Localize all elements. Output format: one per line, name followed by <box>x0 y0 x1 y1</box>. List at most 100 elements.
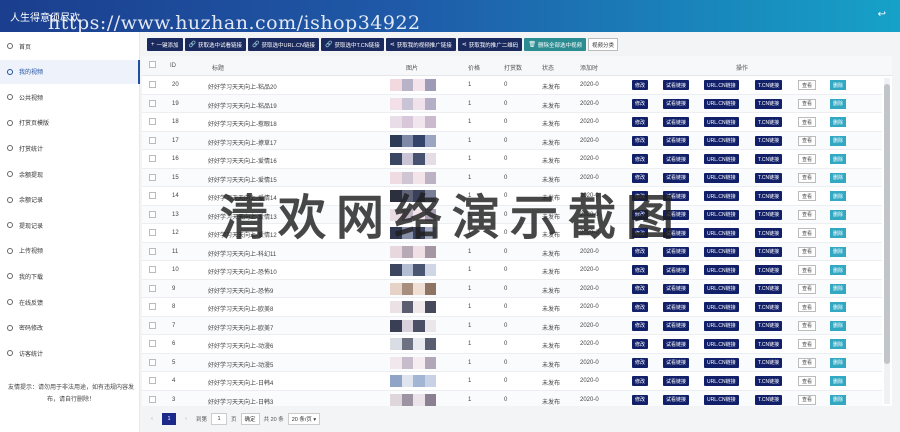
urlcn-link-button[interactable]: URL.CN链接 <box>704 209 739 220</box>
toolbar-button[interactable]: + 一键添加 <box>147 38 183 51</box>
edit-button[interactable]: 修改 <box>632 339 649 349</box>
delete-button[interactable]: 删除 <box>830 357 847 368</box>
trial-link-button[interactable]: 试看链接 <box>663 376 690 386</box>
row-checkbox[interactable] <box>149 321 156 329</box>
row-checkbox[interactable] <box>149 284 156 292</box>
tcn-link-button[interactable]: T.CN链接 <box>755 209 783 220</box>
tcn-link-button[interactable]: T.CN链接 <box>755 80 783 90</box>
sidebar-item[interactable]: 访客统计 <box>0 341 140 365</box>
row-checkbox[interactable] <box>149 192 156 199</box>
urlcn-link-button[interactable]: URL.CN链接 <box>704 394 739 405</box>
row-checkbox[interactable] <box>149 99 156 107</box>
row-checkbox[interactable] <box>149 229 156 236</box>
scrollbar-thumb[interactable] <box>884 84 890 364</box>
delete-button[interactable]: 删除 <box>830 302 847 312</box>
view-button[interactable]: 查看 <box>798 376 817 386</box>
select-all-checkbox[interactable] <box>149 61 156 68</box>
edit-button[interactable]: 修改 <box>632 376 649 386</box>
delete-button[interactable]: 删除 <box>830 80 847 90</box>
view-button[interactable]: 查看 <box>798 283 817 294</box>
toolbar-button[interactable]: 🔗 获取选中T.CN链接 <box>321 38 384 51</box>
tcn-link-button[interactable]: T.CN链接 <box>755 376 783 386</box>
view-button[interactable]: 查看 <box>798 265 817 275</box>
trial-link-button[interactable]: 试看链接 <box>663 302 690 312</box>
trial-link-button[interactable]: 试看链接 <box>663 98 690 109</box>
delete-button[interactable]: 删除 <box>830 117 847 127</box>
trial-link-button[interactable]: 试看链接 <box>663 154 690 164</box>
trial-link-button[interactable]: 试看链接 <box>663 283 690 294</box>
tcn-link-button[interactable]: T.CN链接 <box>755 191 783 201</box>
urlcn-link-button[interactable]: URL.CN链接 <box>704 246 739 257</box>
delete-button[interactable]: 删除 <box>830 228 847 238</box>
tcn-link-button[interactable]: T.CN链接 <box>755 320 783 331</box>
sidebar-item[interactable]: 打赏统计 <box>0 136 140 160</box>
row-checkbox[interactable] <box>149 81 156 88</box>
tcn-link-button[interactable]: T.CN链接 <box>755 246 783 257</box>
urlcn-link-button[interactable]: URL.CN链接 <box>704 265 739 275</box>
row-checkbox[interactable] <box>149 303 156 310</box>
current-page[interactable]: 1 <box>162 413 176 425</box>
row-checkbox[interactable] <box>149 173 156 181</box>
edit-button[interactable]: 修改 <box>632 98 649 109</box>
tcn-link-button[interactable]: T.CN链接 <box>755 283 783 294</box>
view-button[interactable]: 查看 <box>798 154 817 164</box>
delete-button[interactable]: 删除 <box>830 98 847 109</box>
prev-page-button[interactable]: ‹ <box>146 413 158 425</box>
vertical-scrollbar[interactable] <box>884 78 890 404</box>
urlcn-link-button[interactable]: URL.CN链接 <box>704 154 739 164</box>
row-checkbox[interactable] <box>149 247 156 255</box>
delete-button[interactable]: 删除 <box>830 376 847 386</box>
tcn-link-button[interactable]: T.CN链接 <box>755 302 783 312</box>
tcn-link-button[interactable]: T.CN链接 <box>755 172 783 183</box>
delete-button[interactable]: 删除 <box>830 246 847 257</box>
view-button[interactable]: 查看 <box>798 302 817 312</box>
category-select[interactable]: 视频分类 <box>587 38 618 51</box>
edit-button[interactable]: 修改 <box>632 394 649 405</box>
urlcn-link-button[interactable]: URL.CN链接 <box>704 191 739 201</box>
row-checkbox[interactable] <box>149 155 156 162</box>
urlcn-link-button[interactable]: URL.CN链接 <box>704 135 739 146</box>
view-button[interactable]: 查看 <box>798 228 817 238</box>
tcn-link-button[interactable]: T.CN链接 <box>755 265 783 275</box>
edit-button[interactable]: 修改 <box>632 320 649 331</box>
urlcn-link-button[interactable]: URL.CN链接 <box>704 320 739 331</box>
toolbar-button[interactable]: ⋖ 获取我的推广二维码 <box>457 38 523 51</box>
tcn-link-button[interactable]: T.CN链接 <box>755 339 783 349</box>
trial-link-button[interactable]: 试看链接 <box>663 357 690 368</box>
view-button[interactable]: 查看 <box>798 191 817 201</box>
goto-page-input[interactable]: 1 <box>211 413 228 425</box>
edit-button[interactable]: 修改 <box>632 265 649 275</box>
row-checkbox[interactable] <box>149 395 156 403</box>
page-size-select[interactable]: 20 条/页 ▾ <box>287 413 321 425</box>
tcn-link-button[interactable]: T.CN链接 <box>755 117 783 127</box>
delete-button[interactable]: 删除 <box>830 191 847 201</box>
row-checkbox[interactable] <box>149 340 156 347</box>
toolbar-button[interactable]: 🔗 获取选中URL.CN链接 <box>248 38 319 51</box>
back-icon[interactable]: ↩ <box>878 9 886 20</box>
row-checkbox[interactable] <box>149 210 156 218</box>
delete-button[interactable]: 删除 <box>830 209 847 220</box>
next-page-button[interactable]: › <box>180 413 192 425</box>
tcn-link-button[interactable]: T.CN链接 <box>755 154 783 164</box>
tcn-link-button[interactable]: T.CN链接 <box>755 135 783 146</box>
delete-button[interactable]: 删除 <box>830 172 847 183</box>
trial-link-button[interactable]: 试看链接 <box>663 117 690 127</box>
sidebar-item[interactable]: 在线反馈 <box>0 290 140 314</box>
view-button[interactable]: 查看 <box>798 357 817 368</box>
urlcn-link-button[interactable]: URL.CN链接 <box>704 283 739 294</box>
row-checkbox[interactable] <box>149 358 156 366</box>
edit-button[interactable]: 修改 <box>632 302 649 312</box>
delete-button[interactable]: 删除 <box>830 154 847 164</box>
goto-confirm-button[interactable]: 确定 <box>240 413 260 425</box>
view-button[interactable]: 查看 <box>798 209 817 220</box>
urlcn-link-button[interactable]: URL.CN链接 <box>704 228 739 238</box>
sidebar-item[interactable]: 打赏页模版 <box>0 111 140 135</box>
delete-button[interactable]: 删除 <box>830 283 847 294</box>
sidebar-item[interactable]: 余额提现 <box>0 162 140 186</box>
edit-button[interactable]: 修改 <box>632 357 649 368</box>
row-checkbox[interactable] <box>149 377 156 384</box>
toolbar-button[interactable]: 🗑 删除全部选中视频 <box>524 38 586 51</box>
sidebar-item[interactable]: 我的视频 <box>0 59 140 84</box>
delete-button[interactable]: 删除 <box>830 394 847 405</box>
tcn-link-button[interactable]: T.CN链接 <box>755 394 783 405</box>
